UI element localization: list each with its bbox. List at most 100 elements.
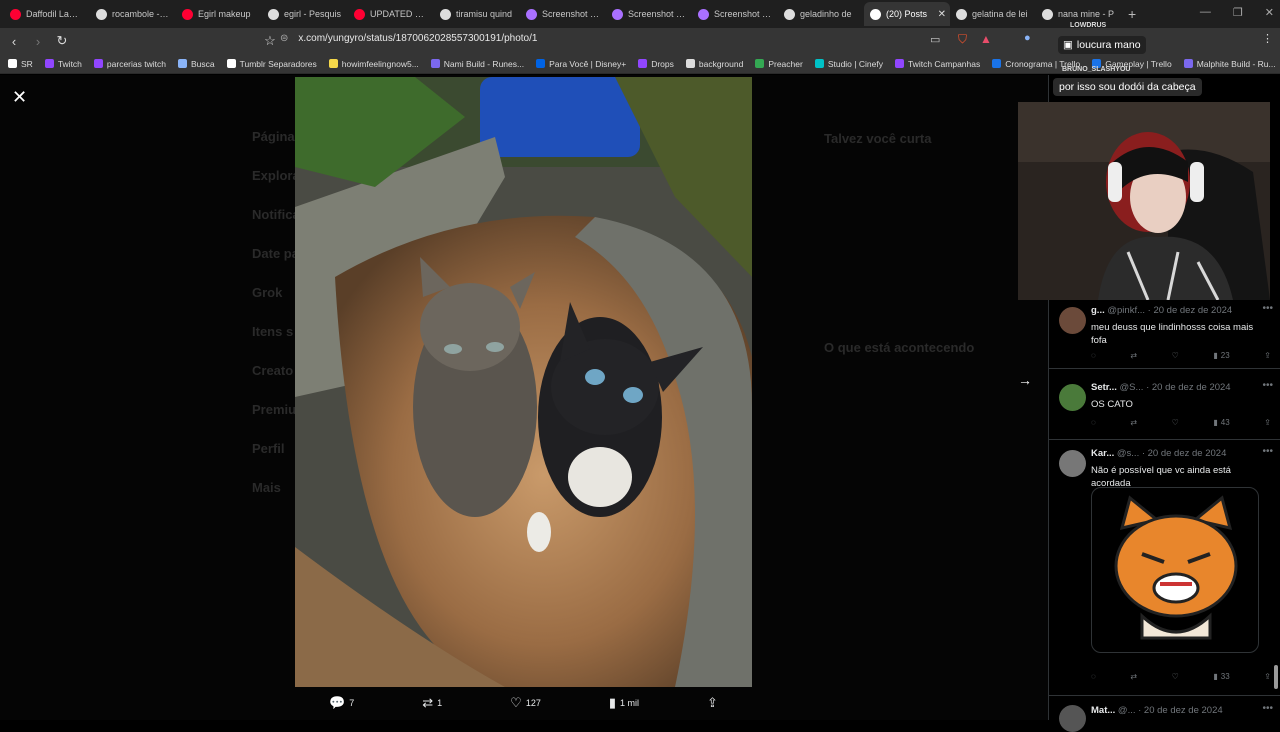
bookmark-favicon-icon [685, 59, 695, 68]
avatar[interactable] [1059, 307, 1086, 334]
tab-favicon-icon [10, 8, 21, 20]
views-button[interactable]: ▮ 33 [1213, 672, 1229, 681]
reply-author[interactable]: g... [1091, 305, 1105, 316]
reload-icon[interactable]: ↻ [52, 33, 72, 49]
like-icon[interactable]: ♡ [1172, 672, 1179, 681]
more-options-icon[interactable]: ••• [1262, 303, 1273, 314]
browser-tab[interactable]: egirl - Pesquis [262, 2, 348, 26]
more-options-icon[interactable]: ••• [1262, 446, 1273, 457]
reply-icon[interactable]: ◌ [1091, 672, 1096, 681]
retweet-button[interactable]: ⇄ 1 [422, 695, 442, 711]
bookmark-item[interactable]: Nami Build - Runes... [430, 59, 524, 69]
reply-icon[interactable]: ◌ [1091, 351, 1096, 360]
browser-tab[interactable]: UPDATED y2k [348, 2, 434, 26]
tab-favicon-icon [182, 8, 193, 20]
browser-tab[interactable]: geladinho de [778, 2, 864, 26]
scrollbar[interactable] [1274, 665, 1278, 689]
bookmark-label: howimfeelingnow5... [341, 58, 419, 69]
avatar[interactable] [1059, 384, 1086, 411]
views-button[interactable]: ▮ 43 [1213, 418, 1229, 427]
next-photo-icon[interactable]: → [1018, 372, 1032, 388]
reply-post[interactable]: Kar... @s... · 20 de dez de 2024 ••• Não… [1049, 442, 1280, 696]
bookmark-item[interactable]: Twitch [44, 59, 82, 69]
bookmark-item[interactable]: howimfeelingnow5... [328, 58, 419, 69]
more-options-icon[interactable]: ••• [1262, 703, 1273, 714]
bookmark-item[interactable]: Drops [638, 59, 674, 69]
views-button[interactable]: ▮ 1 mil [609, 695, 639, 711]
bookmark-favicon-icon [536, 59, 546, 68]
avatar[interactable] [1059, 450, 1086, 477]
browser-tab[interactable]: Daffodil Lamen [4, 2, 90, 26]
browser-tab[interactable]: gelatina de lei [950, 2, 1036, 26]
bookmark-item[interactable]: parcerias twitch [93, 59, 166, 69]
brave-shield-icon[interactable]: ⛉ [958, 32, 967, 47]
forward-icon[interactable]: › [28, 34, 48, 49]
reply-post[interactable]: Mat... @... · 20 de dez de 2024 ••• [1049, 699, 1280, 732]
tab-favicon-icon [354, 8, 365, 20]
site-info-icon[interactable]: ⊜ [280, 33, 288, 44]
menu-icon[interactable]: ⋮ [1262, 32, 1273, 45]
profile-icon[interactable]: ● [1024, 32, 1031, 44]
bookmark-item[interactable]: Busca [177, 59, 215, 69]
bookmark-star-icon[interactable]: ☆ [260, 33, 280, 49]
share-icon[interactable]: ⇪ [1264, 418, 1271, 427]
bookmark-favicon-icon [755, 59, 765, 68]
share-icon[interactable]: ⇪ [1264, 672, 1271, 681]
minimize-icon[interactable]: — [1200, 6, 1211, 19]
bookmark-favicon-icon [992, 59, 1002, 68]
bookmark-favicon-icon [814, 59, 824, 68]
bookmark-item[interactable]: Preacher [755, 59, 803, 69]
browser-tab[interactable]: tiramisu quind [434, 2, 520, 26]
reply-handle: @S... [1119, 382, 1144, 393]
browser-tab[interactable]: Screenshot po [520, 2, 606, 26]
close-window-icon[interactable]: ✕ [1265, 6, 1274, 19]
restore-icon[interactable]: ❐ [1233, 6, 1243, 19]
bookmark-item[interactable]: Tumblr Separadores [226, 59, 317, 69]
bookmark-item[interactable]: Studio | Cinefy [814, 59, 883, 69]
back-icon[interactable]: ‹ [4, 34, 24, 49]
extensions-icon[interactable]: ▭ [930, 33, 940, 46]
share-button[interactable]: ⇪ [707, 695, 718, 711]
rewards-icon[interactable]: ▲ [980, 32, 992, 46]
reply-author[interactable]: Kar... [1091, 448, 1114, 459]
avatar[interactable] [1059, 705, 1086, 732]
retweet-icon[interactable]: ⇄ [1130, 351, 1137, 360]
reply-author[interactable]: Mat... [1091, 705, 1115, 716]
like-icon[interactable]: ♡ [1172, 351, 1179, 360]
bookmark-label: background [698, 58, 744, 69]
retweet-count: 1 [437, 698, 443, 708]
views-button[interactable]: ▮ 23 [1213, 351, 1229, 360]
reply-post[interactable]: g... @pinkf... · 20 de dez de 2024 ••• m… [1049, 299, 1280, 369]
bookmark-item[interactable]: SR [8, 59, 33, 69]
views-icon: ▮ [608, 695, 617, 710]
reply-icon[interactable]: ◌ [1091, 418, 1096, 427]
browser-tab[interactable]: rocambole - Pe [90, 2, 176, 26]
bookmark-item[interactable]: Twitch Campanhas [894, 59, 980, 69]
reply-button[interactable]: 💬 7 [329, 695, 354, 711]
bookmark-favicon-icon [44, 59, 54, 68]
retweet-icon[interactable]: ⇄ [1130, 418, 1137, 427]
new-tab-button[interactable]: + [1128, 6, 1136, 22]
bookmark-item[interactable]: background [685, 58, 744, 69]
browser-tab[interactable]: Screenshot po [692, 2, 778, 26]
close-tab-icon[interactable]: ✕ [938, 9, 946, 20]
angry-cat-sticker[interactable] [1091, 487, 1259, 653]
share-icon[interactable]: ⇪ [1264, 351, 1271, 360]
retweet-icon[interactable]: ⇄ [1130, 672, 1137, 681]
reply-author[interactable]: Setr... [1091, 382, 1117, 393]
tab-label: rocambole - Pe [112, 9, 170, 19]
like-button[interactable]: ♡ 127 [510, 695, 541, 711]
reply-post[interactable]: Setr... @S... · 20 de dez de 2024 ••• OS… [1049, 376, 1280, 440]
bookmark-item[interactable]: Para Você | Disney+ [536, 59, 626, 69]
like-icon[interactable]: ♡ [1172, 418, 1179, 427]
browser-tab[interactable]: (20) Posts ✕ [864, 2, 950, 26]
url-field[interactable]: ⊜ x.com/yungyro/status/187006202855730019… [280, 33, 537, 44]
more-options-icon[interactable]: ••• [1262, 380, 1273, 391]
reply-handle: @pinkf... [1107, 305, 1146, 316]
bookmark-item[interactable]: Malphite Build - Ru... [1183, 59, 1276, 69]
close-viewer-icon[interactable]: ✕ [12, 87, 27, 108]
browser-tab[interactable]: Egirl makeup [176, 2, 262, 26]
browser-tab[interactable]: Screenshot po [606, 2, 692, 26]
tab-favicon-icon [870, 8, 881, 20]
tab-favicon-icon [612, 8, 623, 20]
